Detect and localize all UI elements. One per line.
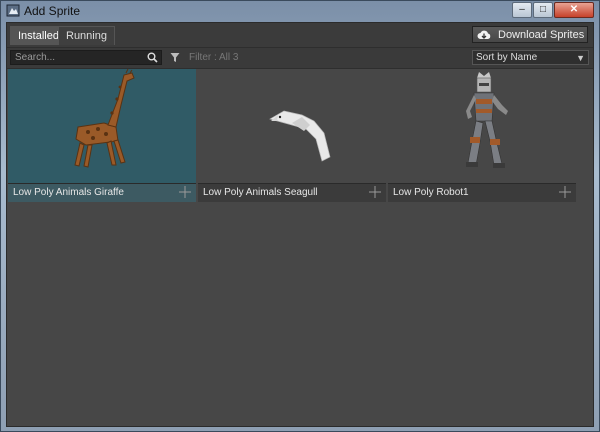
title-bar[interactable]: Add Sprite – □ ✕ — [1, 1, 599, 21]
filter-icon[interactable] — [170, 52, 180, 63]
close-icon: ✕ — [569, 4, 579, 15]
chevron-down-icon: ▼ — [576, 53, 585, 63]
sprite-name: Low Poly Robot1 — [388, 183, 576, 202]
filter-status: Filter : All 3 — [189, 52, 239, 63]
sprite-library-panel: Installed Running Download Sprites Searc… — [6, 22, 594, 427]
maximize-icon: □ — [539, 4, 547, 15]
search-input[interactable] — [15, 51, 145, 64]
window-title: Add Sprite — [24, 4, 81, 18]
sprite-card[interactable]: Low Poly Animals Giraffe — [8, 69, 196, 203]
robot-thumbnail — [388, 69, 576, 183]
giraffe-thumbnail — [8, 69, 196, 183]
add-sprite-plus-icon[interactable] — [179, 186, 191, 198]
search-icon[interactable] — [147, 52, 158, 63]
sort-selected-value: Sort by Name — [476, 52, 538, 63]
minimize-icon: – — [519, 4, 525, 15]
download-sprites-label: Download Sprites — [498, 28, 585, 41]
filter-toolbar: Filter : All 3 Sort by Name ▼ — [7, 47, 593, 69]
add-sprite-window: Add Sprite – □ ✕ Installed Running Downl… — [0, 0, 600, 432]
app-icon — [6, 4, 20, 17]
close-button[interactable]: ✕ — [554, 2, 594, 18]
sprite-card[interactable]: Low Poly Robot1 — [388, 69, 576, 203]
add-sprite-plus-icon[interactable] — [559, 186, 571, 198]
tab-running[interactable]: Running — [58, 26, 115, 45]
download-sprites-button[interactable]: Download Sprites — [472, 26, 588, 43]
add-sprite-plus-icon[interactable] — [369, 186, 381, 198]
sprite-name: Low Poly Animals Seagull — [198, 183, 386, 202]
sprite-name: Low Poly Animals Giraffe — [8, 183, 196, 202]
maximize-button[interactable]: □ — [533, 2, 553, 18]
sprite-card[interactable]: Low Poly Animals Seagull — [198, 69, 386, 203]
minimize-button[interactable]: – — [512, 2, 532, 18]
tab-bar: Installed Running Download Sprites — [7, 23, 593, 47]
seagull-thumbnail — [198, 69, 386, 183]
search-box[interactable] — [10, 50, 162, 65]
cloud-download-icon — [477, 30, 491, 39]
sort-select[interactable]: Sort by Name ▼ — [472, 50, 589, 65]
